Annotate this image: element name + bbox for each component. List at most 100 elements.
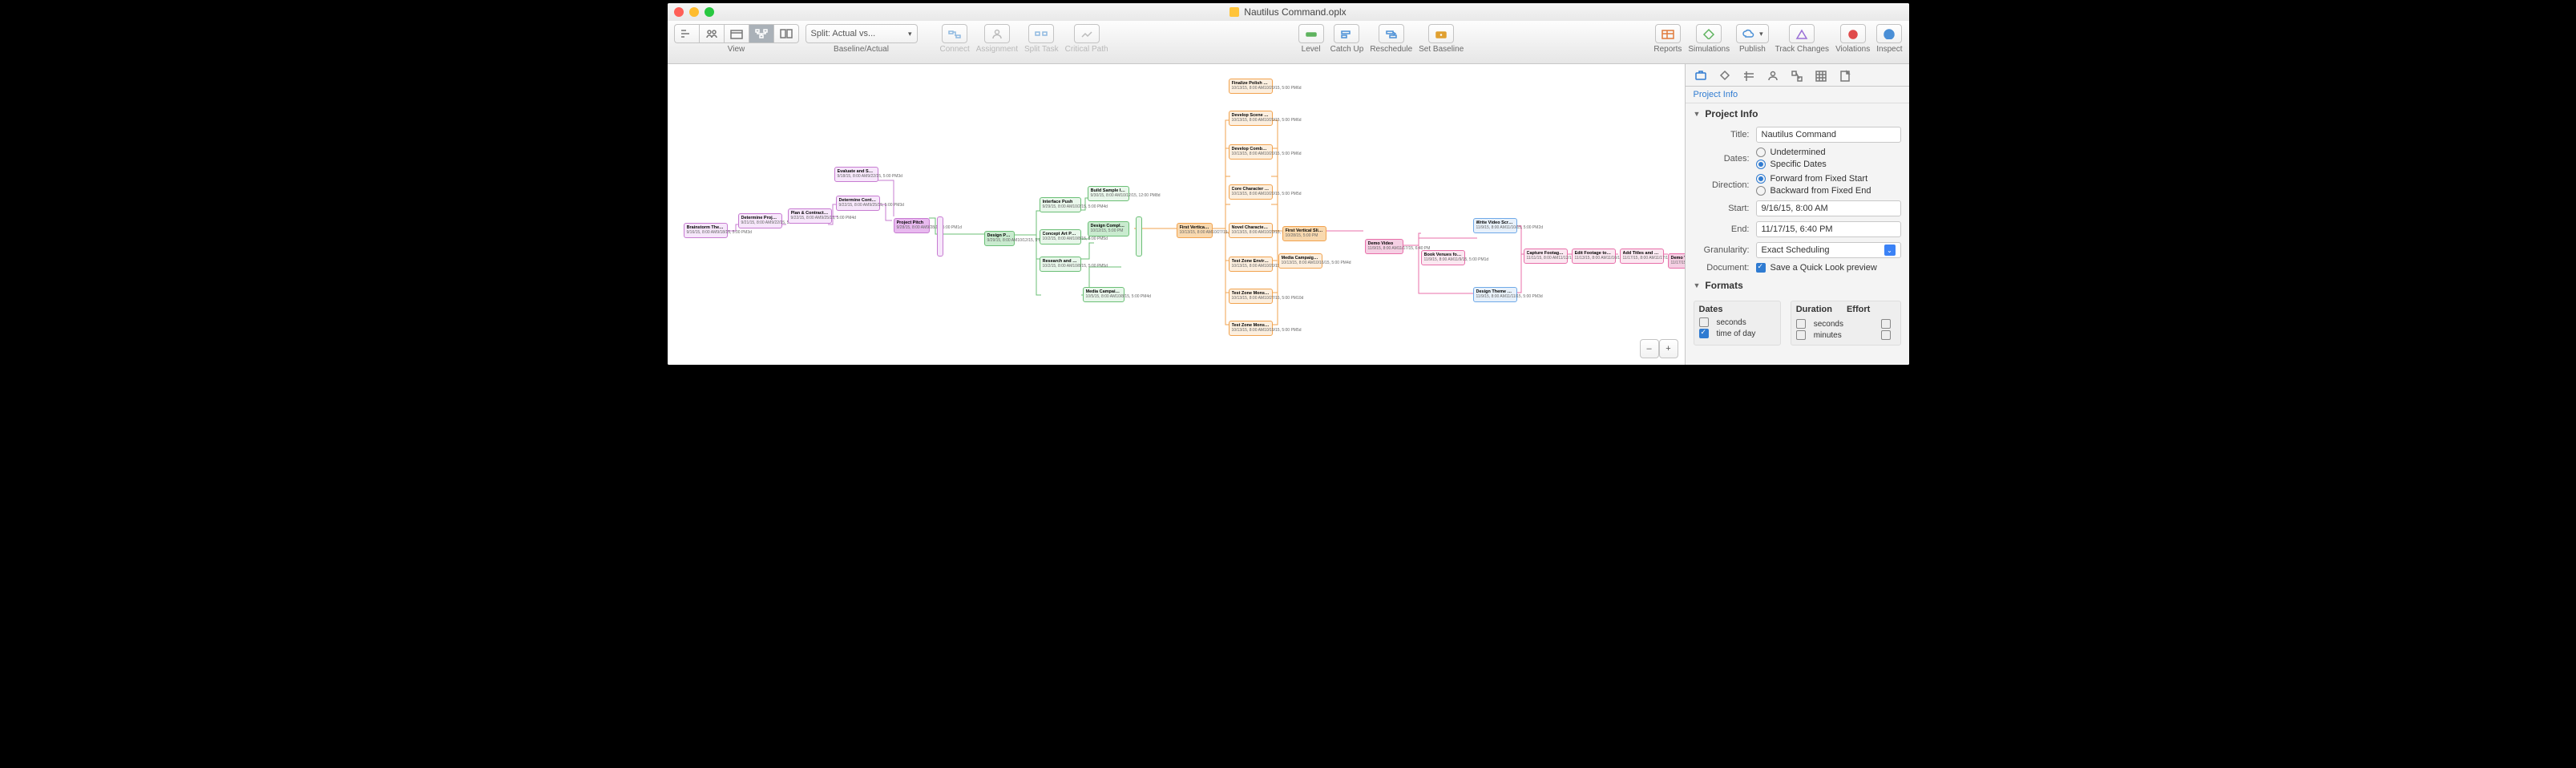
- table-icon: [1661, 28, 1675, 39]
- close-icon[interactable]: [674, 7, 684, 17]
- effort-seconds-check[interactable]: [1881, 319, 1891, 329]
- inspect-button[interactable]: i: [1876, 24, 1902, 43]
- inspector-tabs: [1686, 64, 1909, 87]
- node-interface[interactable]: Interface Push9/29/15, 8:00 AM10/2/15, 5…: [1040, 197, 1081, 212]
- direction-backward-radio[interactable]: Backward from Fixed End: [1756, 186, 1901, 196]
- node-plancontract[interactable]: Plan & Contract Proj...9/22/15, 8:00 AM9…: [788, 208, 832, 224]
- node-designt[interactable]: Design Theme Music...11/9/15, 8:00 AM11/…: [1473, 287, 1517, 302]
- split-task-button[interactable]: [1028, 24, 1054, 43]
- node-addtitles[interactable]: Add Titles and Render...11/17/15, 8:00 A…: [1620, 249, 1664, 264]
- dates-undetermined-radio[interactable]: Undetermined: [1756, 148, 1901, 157]
- network-canvas[interactable]: Brainstorm Themes, A...9/16/15, 8:00 AM9…: [668, 64, 1685, 365]
- camera-icon: [1434, 28, 1448, 39]
- tab-attachments-icon[interactable]: [1836, 67, 1852, 83]
- node-research[interactable]: Research and Evaluate...10/2/15, 8:00 AM…: [1040, 257, 1081, 272]
- violations-button[interactable]: [1840, 24, 1866, 43]
- tab-data-icon[interactable]: [1812, 67, 1828, 83]
- tab-styles-icon[interactable]: [1740, 67, 1756, 83]
- zoom-controls: – +: [1640, 339, 1678, 358]
- formats-duration-col: DurationEffort seconds minutes: [1791, 301, 1901, 346]
- node-bookven[interactable]: Book Venues for Video...11/9/15, 8:00 AM…: [1421, 250, 1465, 265]
- node-mediacamp[interactable]: Media Campaign Prep...10/5/15, 8:00 AM10…: [1083, 287, 1124, 302]
- view-styles-button[interactable]: [773, 24, 799, 43]
- simulations-button[interactable]: [1696, 24, 1722, 43]
- node-evalsel[interactable]: Evaluate and Select M...9/18/15, 8:00 AM…: [834, 167, 878, 182]
- node-editfoot[interactable]: Edit Footage to Theme...11/13/15, 8:00 A…: [1572, 249, 1616, 264]
- critical-path-button[interactable]: [1074, 24, 1100, 43]
- dates-specific-radio[interactable]: Specific Dates: [1756, 160, 1901, 169]
- node-corechar[interactable]: Core Character Art...10/13/15, 8:00 AM10…: [1229, 184, 1273, 200]
- node-firstvc[interactable]: First Vertical Slice Com...10/28/15, 5:0…: [1282, 226, 1326, 241]
- view-resource-button[interactable]: [699, 24, 724, 43]
- section-formats[interactable]: ▼Formats: [1686, 275, 1909, 296]
- tab-custom-icon[interactable]: [1788, 67, 1804, 83]
- granularity-select[interactable]: Exact Scheduling⌄: [1756, 242, 1901, 258]
- node-novelchar[interactable]: Novel Character Anim...10/13/15, 8:00 AM…: [1229, 223, 1273, 238]
- end-field[interactable]: 11/17/15, 6:40 PM: [1756, 221, 1901, 237]
- inspector-breadcrumb[interactable]: Project Info: [1686, 87, 1909, 103]
- assignment-button[interactable]: [984, 24, 1010, 43]
- node-devcombat[interactable]: Develop Combat Engin...10/13/15, 8:00 AM…: [1229, 144, 1273, 160]
- view-calendar-button[interactable]: [724, 24, 749, 43]
- level-button[interactable]: [1298, 24, 1324, 43]
- app-window: Nautilus Command.oplx View Split: Actual…: [664, 0, 1912, 368]
- direction-forward-radio[interactable]: Forward from Fixed Start: [1756, 174, 1901, 184]
- node-demovc[interactable]: Demo Video Complete11/17/15, 6:40 PM: [1668, 253, 1685, 269]
- node-mediaph[interactable]: Media Campaign Phas...10/13/15, 8:00 AM1…: [1278, 253, 1322, 269]
- node-milestone-1[interactable]: [937, 216, 943, 257]
- node-detcon[interactable]: Determine Contractor...9/22/15, 8:00 AM9…: [836, 196, 880, 211]
- view-label: View: [728, 45, 745, 54]
- dates-seconds-check[interactable]: seconds: [1699, 317, 1775, 327]
- node-tzmb[interactable]: Test Zone Monster Bal...10/13/15, 8:00 A…: [1229, 321, 1273, 336]
- node-build[interactable]: Build Sample In-Engine...9/30/15, 8:00 A…: [1088, 186, 1129, 201]
- reports-button[interactable]: [1655, 24, 1681, 43]
- node-firstvert[interactable]: First Vertical Slice10/13/15, 8:00 AM10/…: [1177, 223, 1213, 238]
- node-finalize[interactable]: Finalize Polish Pass...10/13/15, 8:00 AM…: [1229, 79, 1273, 94]
- node-detscope[interactable]: Determine Project Scope9/21/15, 8:00 AM9…: [738, 213, 782, 228]
- node-concept[interactable]: Concept Art Push10/2/15, 8:00 AM10/8/15,…: [1040, 229, 1081, 245]
- duration-minutes-check[interactable]: [1796, 330, 1806, 340]
- node-tzm[interactable]: Test Zone Monster Art...10/13/15, 8:00 A…: [1229, 289, 1273, 304]
- connect-icon: [947, 28, 962, 39]
- connect-button[interactable]: [942, 24, 967, 43]
- zoom-icon[interactable]: [705, 7, 714, 17]
- dates-timeofday-check[interactable]: time of day: [1699, 329, 1775, 338]
- zoom-in-button[interactable]: +: [1659, 339, 1678, 358]
- node-devscene[interactable]: Develop Scene Polish...10/13/15, 8:00 AM…: [1229, 111, 1273, 126]
- zoom-out-button[interactable]: –: [1640, 339, 1659, 358]
- tab-milestones-icon[interactable]: [1716, 67, 1732, 83]
- start-field[interactable]: 9/16/15, 8:00 AM: [1756, 200, 1901, 216]
- node-tze[interactable]: Test Zone Environment...10/13/15, 8:00 A…: [1229, 257, 1273, 272]
- tab-project-icon[interactable]: [1692, 67, 1708, 83]
- node-writescr[interactable]: Write Video Script11/9/15, 8:00 AM11/10/…: [1473, 218, 1517, 233]
- level-icon: [1304, 28, 1318, 39]
- node-designcomp[interactable]: Design Complete10/12/15, 5:00 PM: [1088, 221, 1129, 236]
- baseline-dropdown[interactable]: Split: Actual vs...: [806, 24, 918, 43]
- track-changes-button[interactable]: [1789, 24, 1815, 43]
- node-pitch[interactable]: Project Pitch9/28/15, 8:00 AM9/28/15, 5:…: [894, 218, 930, 233]
- network-icon: [754, 28, 769, 39]
- node-capfoot[interactable]: Capture Footage from...11/11/15, 8:00 AM…: [1524, 249, 1568, 264]
- tab-resources-icon[interactable]: [1764, 67, 1780, 83]
- title-field[interactable]: Nautilus Command: [1756, 127, 1901, 143]
- window-title: Nautilus Command.oplx: [1244, 6, 1346, 18]
- disclosure-icon: ▼: [1694, 281, 1701, 289]
- node-milestone-2[interactable]: [1136, 216, 1142, 257]
- duration-seconds-check[interactable]: [1796, 319, 1806, 329]
- section-project-info[interactable]: ▼Project Info: [1686, 103, 1909, 124]
- catch-up-button[interactable]: [1334, 24, 1359, 43]
- node-designphase[interactable]: Design Phase9/29/15, 8:00 AM10/12/15, 5:…: [984, 231, 1015, 246]
- node-brainstorm[interactable]: Brainstorm Themes, A...9/16/15, 8:00 AM9…: [684, 223, 728, 238]
- publish-button[interactable]: [1736, 24, 1769, 43]
- set-baseline-button[interactable]: [1428, 24, 1454, 43]
- quicklook-checkbox[interactable]: Save a Quick Look preview: [1756, 263, 1901, 273]
- split-icon: [1034, 28, 1048, 39]
- minimize-icon[interactable]: [689, 7, 699, 17]
- view-gantt-button[interactable]: [674, 24, 699, 43]
- effort-minutes-check[interactable]: [1881, 330, 1891, 340]
- reschedule-button[interactable]: [1379, 24, 1404, 43]
- node-demovid[interactable]: Demo Video11/9/15, 8:00 AM11/17/15, 6:40…: [1365, 239, 1403, 254]
- inspector-panel: Project Info ▼Project Info Title:Nautilu…: [1685, 64, 1909, 365]
- view-network-button[interactable]: [749, 24, 773, 43]
- view-segmented[interactable]: [674, 24, 799, 43]
